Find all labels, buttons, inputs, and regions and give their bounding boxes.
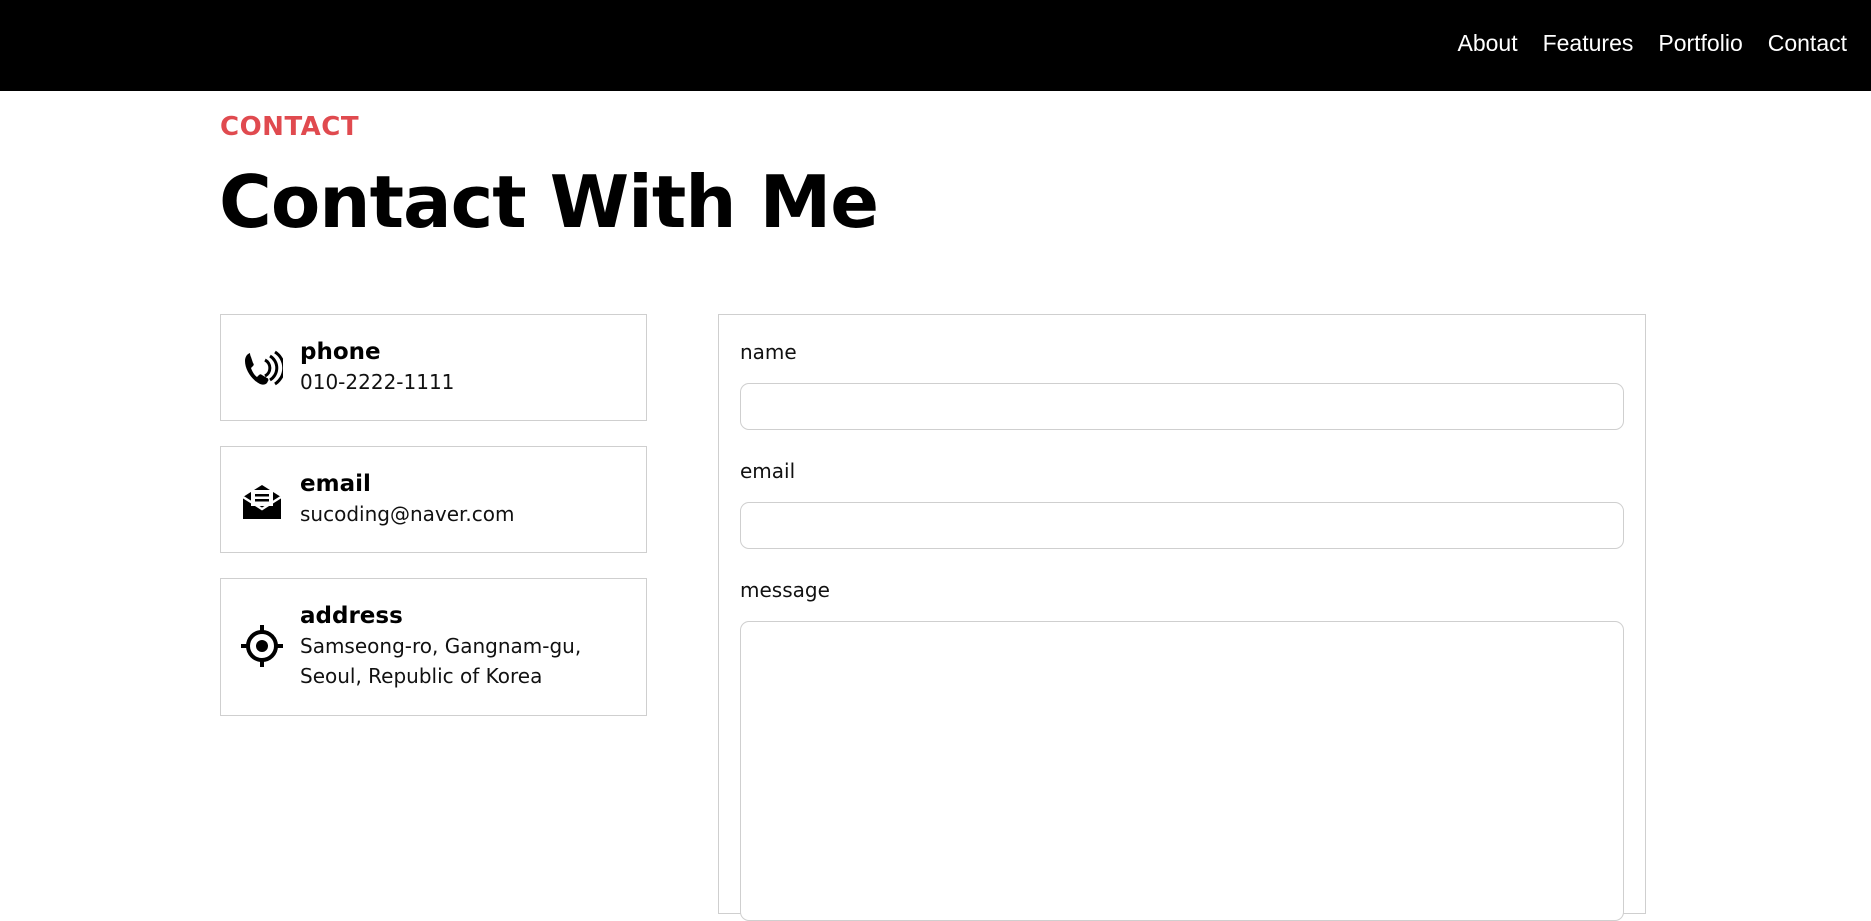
phone-number: 010-2222-1111 bbox=[300, 370, 455, 394]
address-card-title: address bbox=[300, 603, 403, 629]
message-label: message bbox=[740, 578, 830, 602]
page-title: Contact With Me bbox=[219, 160, 879, 244]
section-label: CONTACT bbox=[220, 112, 360, 142]
envelope-icon bbox=[241, 479, 283, 521]
email-label: email bbox=[740, 459, 796, 483]
email-address: sucoding@naver.com bbox=[300, 502, 515, 526]
contact-form: name email message bbox=[718, 314, 1646, 921]
email-card-title: email bbox=[300, 471, 371, 497]
phone-icon bbox=[241, 347, 286, 389]
main-nav: About Features Portfolio Contact bbox=[1432, 28, 1847, 58]
name-input[interactable] bbox=[740, 383, 1624, 430]
address-line-2: Seoul, Republic of Korea bbox=[300, 664, 543, 688]
name-label: name bbox=[740, 340, 797, 364]
nav-link-features[interactable]: Features bbox=[1543, 28, 1634, 58]
phone-card-title: phone bbox=[300, 339, 381, 365]
nav-link-about[interactable]: About bbox=[1457, 28, 1517, 58]
phone-card-text: phone 010-2222-1111 bbox=[300, 337, 634, 397]
top-navbar: About Features Portfolio Contact bbox=[0, 0, 1871, 91]
address-card-text: address Samseong-ro, Gangnam-gu, Seoul, … bbox=[300, 601, 634, 691]
nav-link-portfolio[interactable]: Portfolio bbox=[1658, 28, 1742, 58]
address-card: address Samseong-ro, Gangnam-gu, Seoul, … bbox=[220, 578, 647, 716]
email-card-text: email sucoding@naver.com bbox=[300, 469, 634, 529]
message-textarea[interactable] bbox=[740, 621, 1624, 921]
address-line-1: Samseong-ro, Gangnam-gu, bbox=[300, 634, 582, 658]
email-card: email sucoding@naver.com bbox=[220, 446, 647, 553]
phone-card: phone 010-2222-1111 bbox=[220, 314, 647, 421]
email-input[interactable] bbox=[740, 502, 1624, 549]
location-target-icon bbox=[241, 625, 283, 667]
nav-link-contact[interactable]: Contact bbox=[1768, 28, 1847, 58]
